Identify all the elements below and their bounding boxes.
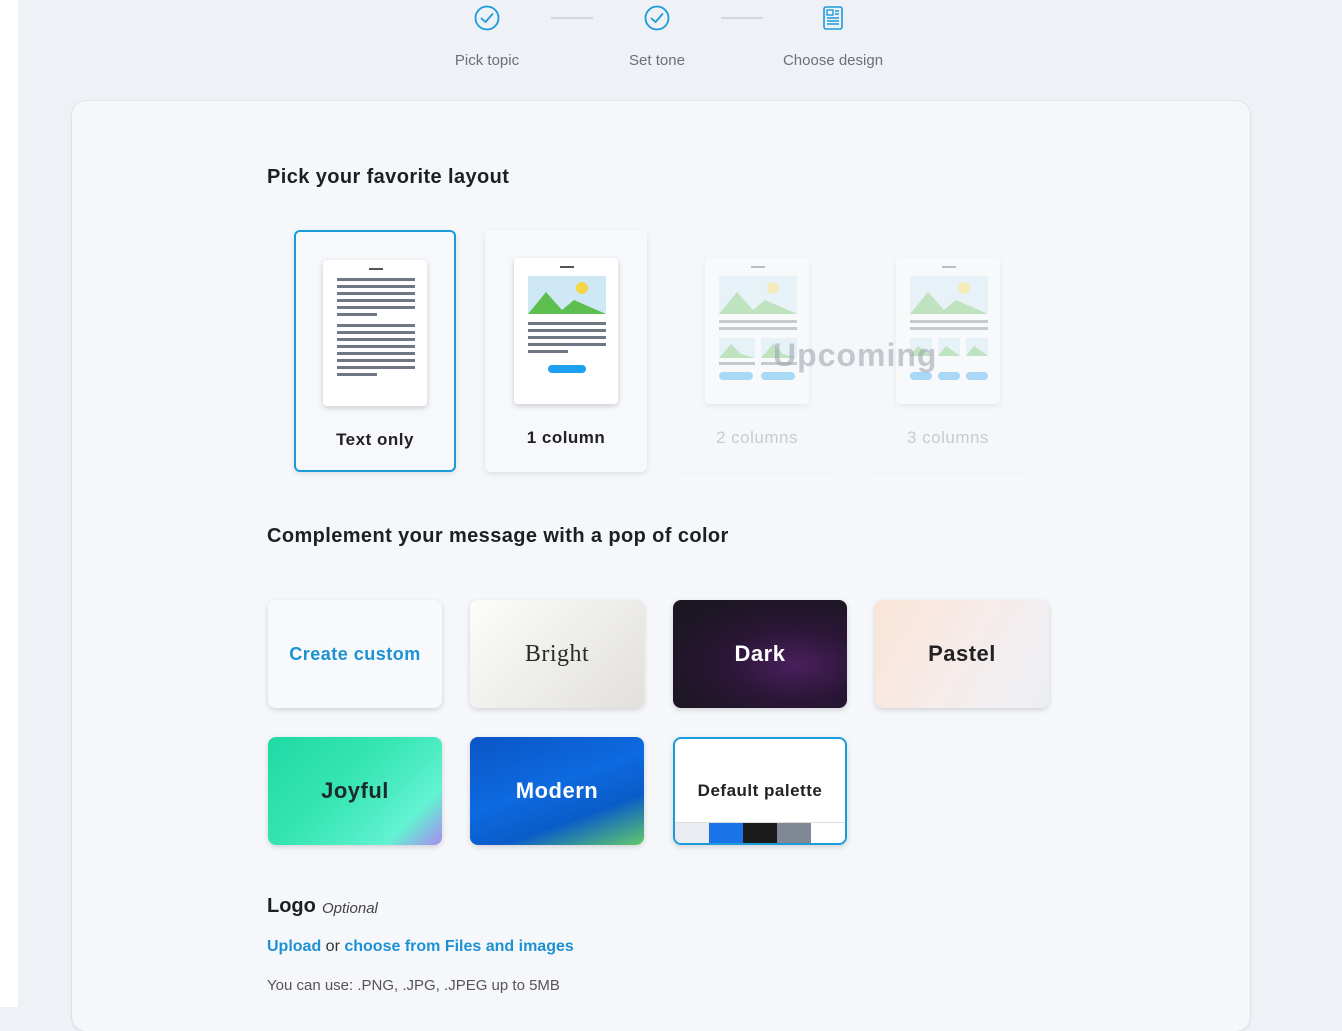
- color-option-dark[interactable]: Dark: [673, 600, 847, 708]
- optional-label: Optional: [322, 900, 378, 917]
- three-columns-layout-icon: [896, 258, 1000, 404]
- two-columns-layout-icon: [705, 258, 809, 404]
- palette-swatch: [777, 823, 811, 843]
- color-option-label: Bright: [524, 640, 590, 667]
- palette-swatch: [811, 823, 845, 843]
- color-option-label: Modern: [515, 778, 599, 803]
- step-connector: [551, 17, 593, 19]
- logo-section-title: Logo: [267, 895, 316, 917]
- color-option-joyful[interactable]: Joyful: [268, 737, 442, 845]
- step-set-tone[interactable]: Set tone: [629, 4, 685, 69]
- layout-option-label: 2 columns: [716, 428, 798, 447]
- palette-swatch: [743, 823, 777, 843]
- palette-swatch: [675, 823, 709, 843]
- layout-option-label: 1 column: [526, 428, 606, 447]
- check-circle-icon: [474, 5, 500, 31]
- upload-instructions: Upload or choose from Files and images: [267, 938, 574, 956]
- color-option-label: Pastel: [928, 641, 996, 666]
- check-circle-icon: [644, 5, 670, 31]
- step-label: Set tone: [629, 52, 685, 69]
- design-card: [72, 101, 1250, 1031]
- step-connector: [721, 17, 763, 19]
- color-option-label: Joyful: [321, 778, 389, 803]
- color-option-label: Dark: [734, 641, 786, 666]
- color-option-bright[interactable]: Bright: [470, 600, 644, 708]
- palette-swatches: [675, 822, 845, 843]
- upload-link[interactable]: Upload: [267, 938, 321, 955]
- choose-from-files-link[interactable]: choose from Files and images: [344, 938, 573, 955]
- upcoming-watermark: Upcoming: [773, 337, 938, 373]
- color-option-modern[interactable]: Modern: [470, 737, 644, 845]
- text-only-layout-icon: [323, 260, 427, 406]
- file-type-hint: You can use: .PNG, .JPG, .JPEG up to 5MB: [267, 977, 560, 994]
- color-option-default-palette[interactable]: Default palette: [673, 737, 847, 845]
- layout-option-label: 3 columns: [907, 428, 989, 447]
- color-section-title: Complement your message with a pop of co…: [267, 525, 729, 547]
- step-label: Choose design: [782, 52, 884, 69]
- layout-option-label: Text only: [336, 430, 414, 449]
- design-doc-icon: [823, 6, 843, 30]
- color-option-pastel[interactable]: Pastel: [875, 600, 1049, 708]
- or-text: or: [325, 938, 340, 955]
- color-option-label: Create custom: [289, 643, 421, 664]
- palette-swatch: [709, 823, 743, 843]
- color-option-label: Default palette: [697, 781, 823, 800]
- left-edge: [0, 0, 18, 1007]
- step-pick-topic[interactable]: Pick topic: [455, 4, 519, 69]
- step-choose-design[interactable]: Choose design: [783, 4, 883, 69]
- step-label: Pick topic: [454, 52, 520, 69]
- layout-option-text-only[interactable]: Text only: [294, 230, 456, 472]
- one-column-layout-icon: [514, 258, 618, 404]
- color-option-create-custom[interactable]: Create custom: [268, 600, 442, 708]
- layout-section-title: Pick your favorite layout: [267, 166, 510, 188]
- layout-option-1-column[interactable]: 1 column: [485, 230, 647, 472]
